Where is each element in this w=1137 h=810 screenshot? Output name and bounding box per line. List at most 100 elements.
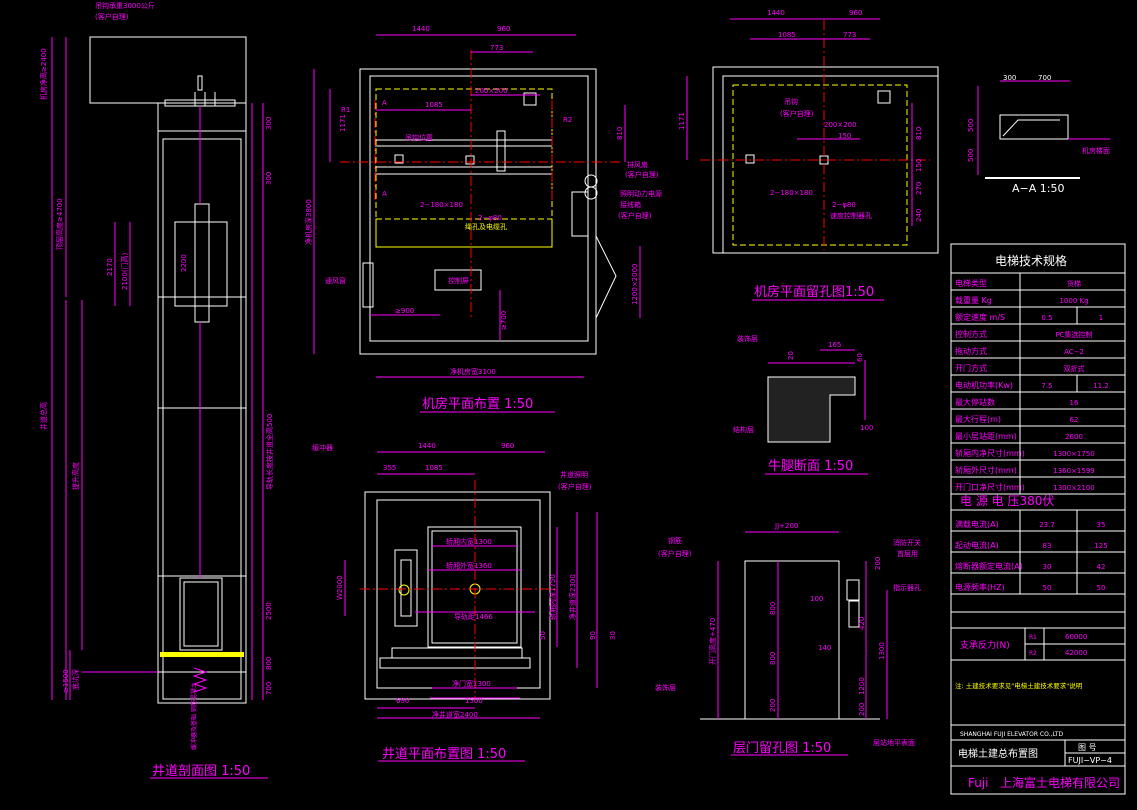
r2-label: R2 <box>1029 650 1037 657</box>
spec-row-label: 电梯类型 <box>955 278 987 288</box>
spec-row-value-1: PC集选控制 <box>1055 330 1092 339</box>
spec-row-value-2: 11.2 <box>1093 382 1109 390</box>
mr-holes-80: 2−φ80 <box>478 214 502 222</box>
mr-dim-200x200: 200×200 <box>475 87 508 95</box>
spec-row-value-2: 1 <box>1099 314 1103 322</box>
mr-vent: 通风窗 <box>325 276 346 285</box>
machine-room-height-dim: 机房净高≥2400 <box>39 48 48 100</box>
ld-fire-switch: 消防开关 <box>893 538 921 547</box>
spec-row-label: 最大行程(m) <box>955 414 1001 424</box>
mh-dim-200x200: 200×200 <box>824 121 857 129</box>
rail-length-dim: 导轨长度按井道全高500 <box>265 414 274 490</box>
spec-row-label: 轿厢外尺寸(mm) <box>955 465 1017 475</box>
ld-beam-sub: (客户自理) <box>658 549 692 558</box>
pit-label: 底坑深 <box>71 669 80 690</box>
mr-a1: A <box>382 99 387 107</box>
power-row-value-2: 42 <box>1097 563 1106 571</box>
corbel-dim-60: 60 <box>856 353 864 362</box>
r1-label: R1 <box>1029 634 1037 641</box>
power-row-label: 起动电流(A) <box>955 540 999 550</box>
aa-floor-label: 机房楼面 <box>1082 146 1110 155</box>
mh-dim-150r: 150 <box>915 159 923 172</box>
power-row-value-2: 50 <box>1097 584 1106 592</box>
mr-dim-1440: 1440 <box>412 25 430 33</box>
dim-2500: 2500 <box>265 602 273 620</box>
mr-power-box: 照明动力电源 <box>620 189 662 198</box>
mh-holes-180: 2−180×180 <box>770 189 813 197</box>
ld-dim-140: 140 <box>818 644 831 652</box>
mr-hook-pos: 吊钩位置 <box>405 133 433 142</box>
corbel-dim-100: 100 <box>860 424 873 432</box>
mr-room-width: 净机房宽3100 <box>450 367 496 376</box>
mr-holes-180: 2−180×180 <box>420 201 463 209</box>
aa-dim-700: 700 <box>1038 74 1051 82</box>
spec-row-label: 拖动方式 <box>955 346 987 356</box>
machine-room-plan-title: 机房平面布置 1:50 <box>422 396 533 412</box>
company-logo: Fuji <box>968 776 989 790</box>
hp-light-sub: (客户自理) <box>558 482 592 491</box>
corbel-dim-20: 20 <box>787 351 795 360</box>
spec-row-value-1: 1000 Kg <box>1059 297 1088 305</box>
hp-dim-90: 90 <box>589 631 597 640</box>
landing-door-title: 层门留孔图 1:50 <box>733 741 831 756</box>
power-row-label: 熔断器额定电流(A) <box>955 561 1023 571</box>
mr-fan-sub: (客户自理) <box>625 170 659 179</box>
hp-dim-30: 30 <box>609 631 617 640</box>
power-row-label: 电源频率(HZ) <box>955 582 1005 592</box>
power-title: 电 源 电 压380伏 <box>960 494 1054 508</box>
power-row-value-2: 35 <box>1097 521 1106 529</box>
spec-row-label: 开门方式 <box>955 363 987 373</box>
company-cn: 上海富士电梯有限公司 <box>1000 775 1120 790</box>
table-note: 注: 土建技术要求见"电梯土建技术要求"说明 <box>955 681 1083 690</box>
ld-dim-100: 100 <box>810 595 823 603</box>
dim-300a: 300 <box>265 117 273 130</box>
dim-800: 800 <box>265 657 273 670</box>
mr-r2: R2 <box>563 116 572 124</box>
ld-dim-800a: 800 <box>769 602 777 615</box>
mh-speed-hole: 速度控制器孔 <box>830 211 872 220</box>
mh-dim-270: 270 <box>915 182 923 195</box>
hp-dim-355: 355 <box>383 464 396 472</box>
r1-value: 60000 <box>1065 633 1087 641</box>
hp-dim-1085: 1085 <box>425 464 443 472</box>
aa-dim-500b: 500 <box>967 149 975 162</box>
spec-row-value-1: 62 <box>1070 416 1079 424</box>
machine-room-holes-title: 机房平面留孔图1:50 <box>754 284 874 300</box>
ld-beam: 钢筋 <box>668 536 682 545</box>
spec-title: 电梯技术规格 <box>995 253 1067 268</box>
mh-holes-80: 2−φ80 <box>832 201 856 209</box>
aa-dim-500: 500 <box>967 119 975 132</box>
shaft-height-dim: 井道总高 <box>39 402 48 430</box>
power-row-value-1: 50 <box>1043 584 1052 592</box>
mh-dim-1171: 1171 <box>678 112 686 130</box>
corbel-structure: 结构层 <box>733 425 754 434</box>
section-aa-title: A−A 1:50 <box>1012 182 1064 195</box>
power-row-value-2: 125 <box>1094 542 1107 550</box>
fig-no: FUJI−VP−4 <box>1068 756 1112 765</box>
hp-cab-out: 轿厢外宽1360 <box>446 561 492 570</box>
hook-note-sub: (客户自理) <box>95 12 129 21</box>
mr-fan: 排风扇 <box>627 160 648 169</box>
door-2200-dim: 2200 <box>180 254 188 272</box>
mr-dim-960: 960 <box>497 25 510 33</box>
mh-dim-150: 150 <box>838 132 851 140</box>
power-row-value-1: 83 <box>1043 542 1052 550</box>
hp-light: 井道照明 <box>560 470 588 479</box>
travel-dim: 提升高度 <box>71 462 80 490</box>
spec-row-label: 电动机功率(Kw) <box>955 380 1013 390</box>
ld-dim-420: 420 <box>858 617 866 630</box>
mr-a2: A <box>382 190 387 198</box>
r2-value: 42000 <box>1065 649 1087 657</box>
top-clearance-dim: 顶层高度≥4700 <box>55 198 64 250</box>
corbel-title: 牛腿断面 1:50 <box>768 459 853 474</box>
spec-row-value-1: 0.5 <box>1041 314 1052 322</box>
spec-row-label: 最大停站数 <box>955 397 995 407</box>
ld-dim-200: 200 <box>769 699 777 712</box>
spec-row-label: 载重量 Kg <box>955 295 992 305</box>
aa-dim-300: 300 <box>1003 74 1016 82</box>
hp-dim-2000: W2000 <box>336 575 344 600</box>
mr-dim-773: 773 <box>490 44 503 52</box>
spec-row-value-1: 1360×1599 <box>1053 467 1095 475</box>
power-row-value-1: 30 <box>1043 563 1052 571</box>
mr-dim-810: 810 <box>616 127 624 140</box>
